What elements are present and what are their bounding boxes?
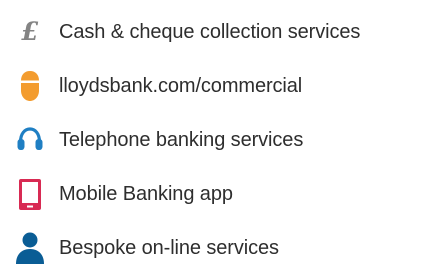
service-label: Telephone banking services xyxy=(59,129,304,151)
service-item-mobile-banking: Mobile Banking app xyxy=(0,174,422,214)
headset-icon xyxy=(8,120,52,160)
pound-sign-icon: £ xyxy=(8,12,52,52)
service-item-online-services: Bespoke on-line services xyxy=(0,228,422,268)
pound-sign-glyph: £ xyxy=(21,17,39,46)
service-item-telephone-banking: Telephone banking services xyxy=(0,120,422,160)
service-label: Cash & cheque collection services xyxy=(59,21,361,43)
person-icon xyxy=(8,228,52,268)
service-label: Mobile Banking app xyxy=(59,183,233,205)
services-list: £ Cash & cheque collection services lloy… xyxy=(0,0,422,277)
mobile-phone-icon xyxy=(8,174,52,214)
service-label: lloydsbank.com/commercial xyxy=(59,75,303,97)
mouse-icon xyxy=(8,66,52,106)
service-item-cash-collection: £ Cash & cheque collection services xyxy=(0,12,422,52)
service-label: Bespoke on-line services xyxy=(59,237,279,259)
service-item-website: lloydsbank.com/commercial xyxy=(0,66,422,106)
